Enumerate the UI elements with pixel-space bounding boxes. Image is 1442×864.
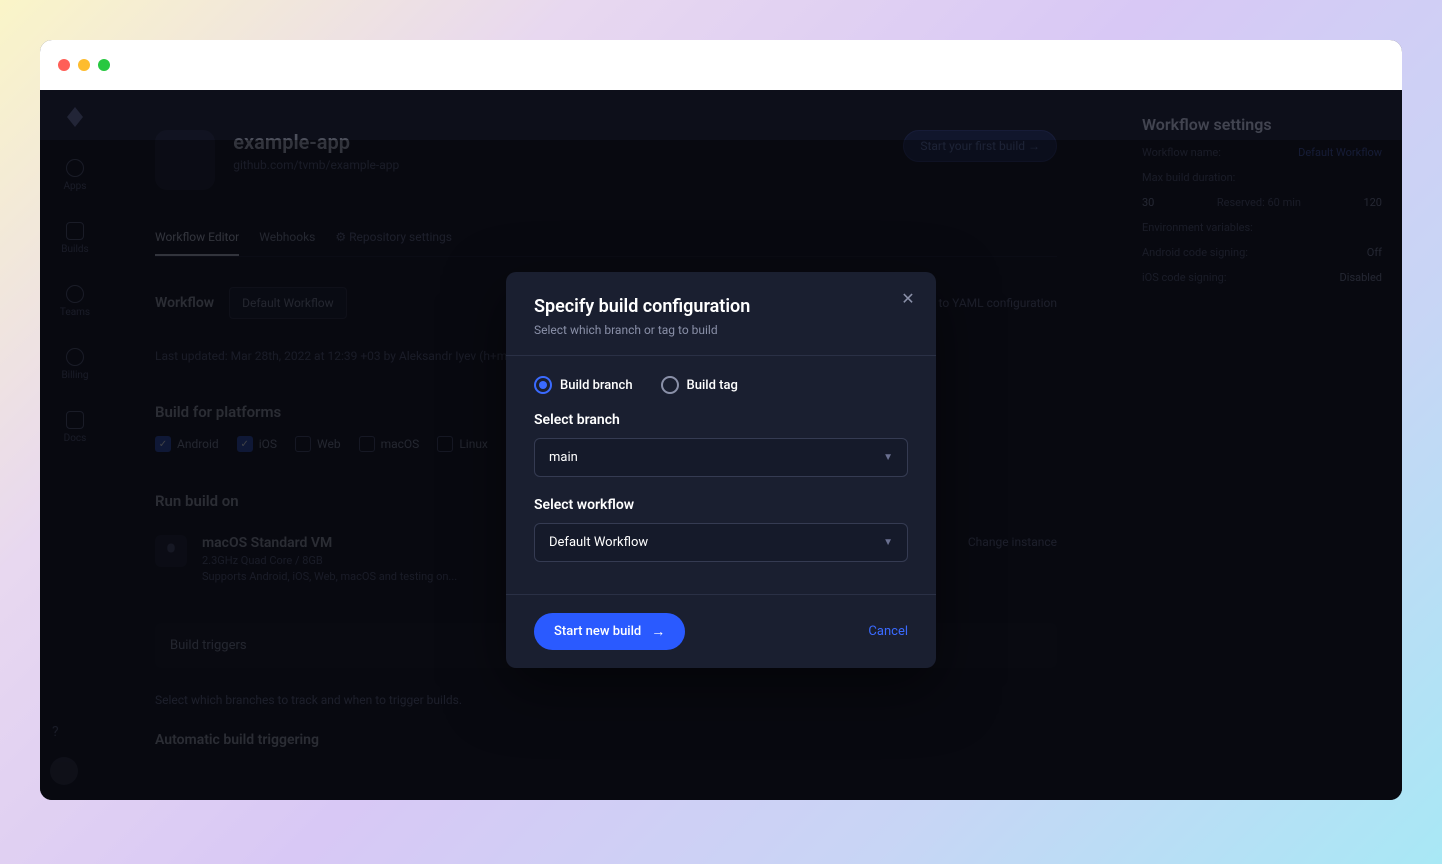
browser-window: Apps Builds Teams Billing Docs [40,40,1402,800]
close-icon[interactable]: ✕ [898,288,918,308]
chevron-down-icon: ▼ [883,537,893,548]
arrow-right-icon: → [651,623,665,640]
app-logo-icon [63,105,87,129]
radio-label: Build tag [687,378,738,393]
radio-icon [661,376,679,394]
maximize-window-button[interactable] [98,59,110,71]
branch-value: main [549,450,578,465]
radio-label: Build branch [560,378,633,393]
workflow-select[interactable]: Default Workflow ▼ [534,523,908,562]
branch-field-label: Select branch [534,412,908,428]
minimize-window-button[interactable] [78,59,90,71]
traffic-lights [58,59,110,71]
workflow-field-label: Select workflow [534,497,908,513]
workflow-value: Default Workflow [549,535,648,550]
radio-build-tag[interactable]: Build tag [661,376,738,394]
radio-build-branch[interactable]: Build branch [534,376,633,394]
titlebar [40,40,1402,90]
settings-title: Workflow settings [1142,115,1382,134]
app-content: Apps Builds Teams Billing Docs [40,90,1402,800]
radio-icon [534,376,552,394]
start-new-build-button[interactable]: Start new build → [534,613,685,650]
modal-title: Specify build configuration [534,296,908,317]
chevron-down-icon: ▼ [883,452,893,463]
build-config-modal: Specify build configuration Select which… [506,272,936,668]
branch-select[interactable]: main ▼ [534,438,908,477]
cancel-button[interactable]: Cancel [868,624,908,639]
modal-subtitle: Select which branch or tag to build [534,323,908,337]
modal-overlay: Specify build configuration Select which… [40,140,1402,800]
button-label: Start new build [554,624,641,639]
close-window-button[interactable] [58,59,70,71]
